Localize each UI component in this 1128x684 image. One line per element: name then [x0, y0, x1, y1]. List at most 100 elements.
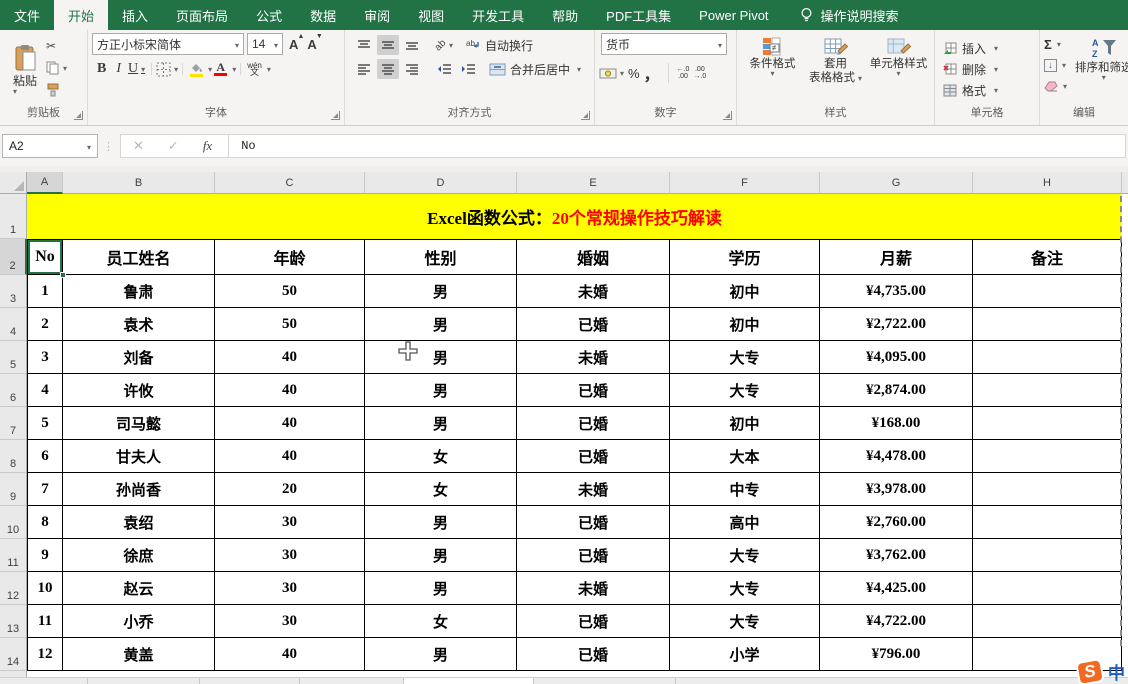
cell-r14c1[interactable]: 黄盖	[63, 638, 215, 671]
cell-r11c0[interactable]: 9	[27, 539, 63, 572]
clear-button[interactable]	[1044, 77, 1067, 95]
cell-r7c1[interactable]: 司马懿	[63, 407, 215, 440]
cell-r6c1[interactable]: 许攸	[63, 374, 215, 407]
cell-r3c2[interactable]: 50	[215, 275, 365, 308]
cell-r4c3[interactable]: 男	[365, 308, 517, 341]
title-cell[interactable]: Excel函数公式： 20个常规操作技巧解读	[27, 194, 1122, 239]
cell-r9c7[interactable]	[973, 473, 1122, 506]
column-header-H[interactable]: H	[973, 172, 1122, 194]
decrease-indent-button[interactable]	[433, 59, 455, 79]
cell-r6c5[interactable]: 大专	[670, 374, 820, 407]
row-header-2[interactable]: 2	[0, 239, 27, 275]
cell-r13c6[interactable]: ¥4,722.00	[820, 605, 973, 638]
row-header-4[interactable]: 4	[0, 308, 27, 341]
row-header-7[interactable]: 7	[0, 407, 27, 440]
cell-r11c7[interactable]	[973, 539, 1122, 572]
cell-r9c6[interactable]: ¥3,978.00	[820, 473, 973, 506]
row-header-11[interactable]: 11	[0, 539, 27, 572]
cell-r10c4[interactable]: 已婚	[517, 506, 670, 539]
cell-r7c4[interactable]: 已婚	[517, 407, 670, 440]
cell-styles-button[interactable]: 单元格样式	[867, 33, 930, 106]
cell-r6c0[interactable]: 4	[27, 374, 63, 407]
cell-r10c3[interactable]: 男	[365, 506, 517, 539]
delete-cells-button[interactable]: 删除	[943, 61, 1035, 79]
fill-button[interactable]: ↓	[1044, 56, 1067, 74]
row-header-1[interactable]: 1	[0, 194, 27, 239]
insert-cells-button[interactable]: 插入	[943, 40, 1035, 58]
cell-r5c4[interactable]: 未婚	[517, 341, 670, 374]
cell-r10c0[interactable]: 8	[27, 506, 63, 539]
tab-help[interactable]: 帮助	[538, 0, 592, 30]
conditional-formatting-button[interactable]: ≠ 条件格式	[741, 33, 804, 106]
font-dialog-launcher-icon[interactable]	[331, 111, 340, 120]
cell-r9c5[interactable]: 中专	[670, 473, 820, 506]
cell-r10c5[interactable]: 高中	[670, 506, 820, 539]
fill-color-button[interactable]	[187, 62, 212, 77]
row-header-10[interactable]: 10	[0, 506, 27, 539]
phonetic-guide-button[interactable]: wén 文	[245, 62, 271, 77]
accounting-format-button[interactable]	[599, 67, 624, 79]
cell-r13c2[interactable]: 30	[215, 605, 365, 638]
row-header-9[interactable]: 9	[0, 473, 27, 506]
column-header-F[interactable]: F	[670, 172, 820, 194]
selection-fill-handle[interactable]	[60, 272, 66, 278]
row-header-3[interactable]: 3	[0, 275, 27, 308]
cell-r3c4[interactable]: 未婚	[517, 275, 670, 308]
cell-r11c2[interactable]: 30	[215, 539, 365, 572]
sort-filter-button[interactable]: AZ 排序和筛选	[1075, 33, 1128, 106]
cell-r4c1[interactable]: 袁术	[63, 308, 215, 341]
align-top-button[interactable]	[353, 35, 375, 55]
paste-button[interactable]: 粘贴	[4, 33, 46, 106]
font-color-button[interactable]: A	[212, 61, 236, 76]
column-header-D[interactable]: D	[365, 172, 517, 194]
comma-style-button[interactable]: ，	[644, 61, 660, 85]
cell-r14c2[interactable]: 40	[215, 638, 365, 671]
decrease-decimal-button[interactable]: .00 →.0	[693, 66, 706, 80]
cell-r14c0[interactable]: 12	[27, 638, 63, 671]
cell-r4c5[interactable]: 初中	[670, 308, 820, 341]
cell-r11c4[interactable]: 已婚	[517, 539, 670, 572]
header-cell-4[interactable]: 婚姻	[517, 239, 670, 275]
cell-r12c5[interactable]: 大专	[670, 572, 820, 605]
sheet-tab-strip[interactable]	[0, 677, 1128, 684]
cell-r10c6[interactable]: ¥2,760.00	[820, 506, 973, 539]
cell-r8c6[interactable]: ¥4,478.00	[820, 440, 973, 473]
bold-button[interactable]: B	[92, 61, 111, 77]
increase-decimal-button[interactable]: ←.0.00	[677, 66, 690, 80]
cell-r7c2[interactable]: 40	[215, 407, 365, 440]
align-left-button[interactable]	[353, 59, 375, 79]
tab-insert[interactable]: 插入	[108, 0, 162, 30]
header-cell-3[interactable]: 性别	[365, 239, 517, 275]
cell-r8c2[interactable]: 40	[215, 440, 365, 473]
merge-center-button[interactable]: 合并后居中	[489, 61, 581, 78]
cell-r9c0[interactable]: 7	[27, 473, 63, 506]
cell-r3c3[interactable]: 男	[365, 275, 517, 308]
cell-r9c2[interactable]: 20	[215, 473, 365, 506]
header-cell-7[interactable]: 备注	[973, 239, 1122, 275]
increase-indent-button[interactable]	[457, 59, 479, 79]
cell-r14c6[interactable]: ¥796.00	[820, 638, 973, 671]
cell-r7c6[interactable]: ¥168.00	[820, 407, 973, 440]
cell-r3c0[interactable]: 1	[27, 275, 63, 308]
cell-r8c7[interactable]	[973, 440, 1122, 473]
cell-r4c7[interactable]	[973, 308, 1122, 341]
column-header-G[interactable]: G	[820, 172, 973, 194]
format-as-table-button[interactable]: 套用 表格格式	[804, 33, 867, 106]
tab-review[interactable]: 审阅	[350, 0, 404, 30]
copy-button[interactable]	[46, 59, 67, 77]
tab-developer[interactable]: 开发工具	[458, 0, 538, 30]
row-header-12[interactable]: 12	[0, 572, 27, 605]
cell-r5c6[interactable]: ¥4,095.00	[820, 341, 973, 374]
ime-indicator[interactable]: S 中	[1075, 657, 1125, 684]
cell-r3c1[interactable]: 鲁肃	[63, 275, 215, 308]
cell-r13c5[interactable]: 大专	[670, 605, 820, 638]
header-cell-2[interactable]: 年龄	[215, 239, 365, 275]
tab-view[interactable]: 视图	[404, 0, 458, 30]
cell-r11c3[interactable]: 男	[365, 539, 517, 572]
cell-r12c1[interactable]: 赵云	[63, 572, 215, 605]
row-header-14[interactable]: 14	[0, 638, 27, 671]
increase-font-size-button[interactable]: A ▲	[286, 33, 304, 52]
cell-r8c5[interactable]: 大本	[670, 440, 820, 473]
cell-r3c6[interactable]: ¥4,735.00	[820, 275, 973, 308]
cell-r13c4[interactable]: 已婚	[517, 605, 670, 638]
